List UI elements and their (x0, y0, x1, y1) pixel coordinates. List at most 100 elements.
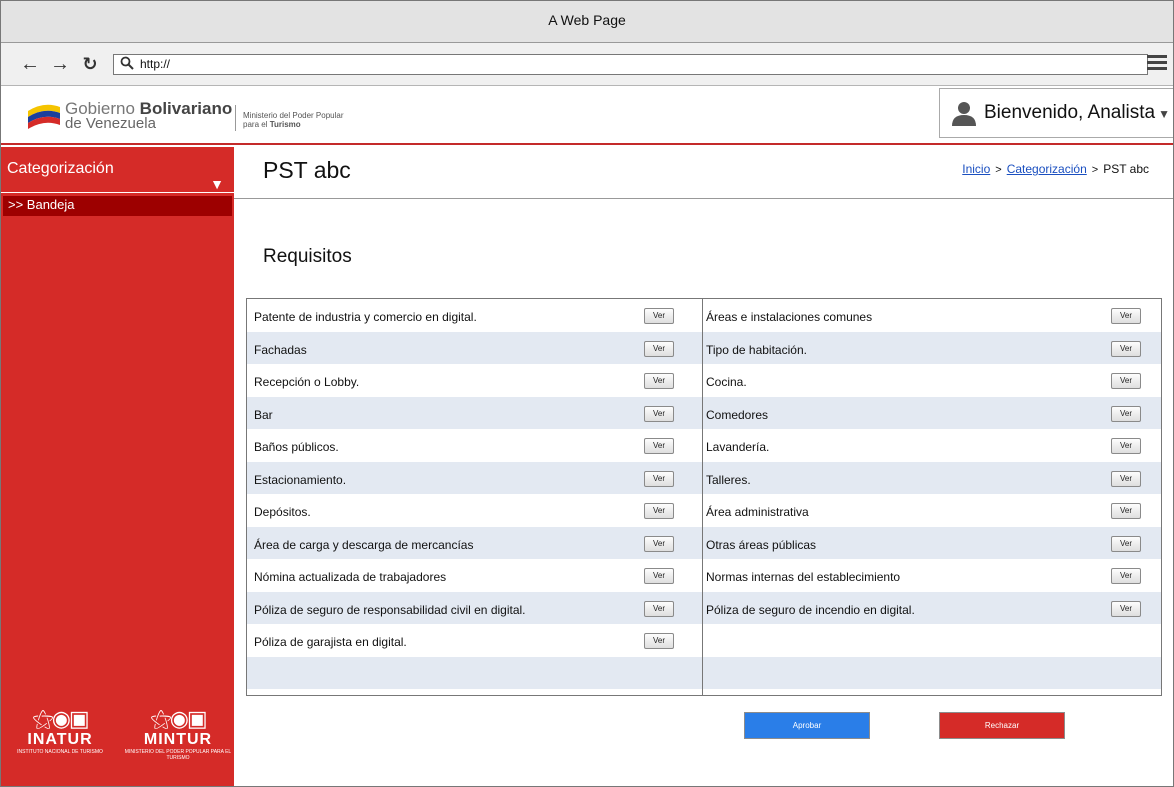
requirement-label: Patente de industria y comercio en digit… (254, 310, 477, 324)
mintur-logo-sub: MINISTERIO DEL PODER POPULAR PARA EL TUR… (124, 749, 232, 761)
inatur-mark-icon: ⚝◉▣ (32, 706, 89, 731)
requirement-row: Patente de industria y comercio en digit… (247, 299, 702, 332)
requirement-row: Depósitos. Ver (247, 494, 702, 527)
requirement-row: Área administrativa Ver (703, 494, 1161, 527)
breadcrumb: Inicio > Categorización > PST abc (962, 162, 1149, 176)
requirement-row: Tipo de habitación. Ver (703, 331, 1161, 364)
requirement-row: Talleres. Ver (703, 461, 1161, 494)
view-requirement-button[interactable]: Ver (1111, 340, 1141, 357)
view-requirement-button[interactable]: Ver (1111, 503, 1141, 519)
browser-window: A Web Page ← → ↻ http:// Gobierno Boliva… (0, 0, 1174, 787)
view-requirement-button[interactable]: Ver (1111, 308, 1141, 324)
requirement-label: Póliza de garajista en digital. (254, 635, 407, 649)
requirement-label: Áreas e instalaciones comunes (706, 310, 873, 324)
page-title: PST abc (263, 157, 351, 183)
view-requirement-button[interactable]: Ver (644, 470, 674, 487)
mintur-logo: ⚝◉▣ MINTUR MINISTERIO DEL PODER POPULAR … (123, 707, 233, 771)
hamburger-menu-icon[interactable] (1147, 55, 1167, 73)
requirement-row: Recepción o Lobby. Ver (247, 364, 702, 397)
requirement-row: Lavandería. Ver (703, 429, 1161, 462)
view-requirement-button[interactable]: Ver (1111, 568, 1141, 584)
view-requirement-button[interactable]: Ver (1111, 438, 1141, 454)
view-requirement-button[interactable]: Ver (1111, 535, 1141, 552)
requirement-row: Nómina actualizada de trabajadores Ver (247, 559, 702, 592)
empty-row (247, 656, 702, 689)
view-requirement-button[interactable]: Ver (644, 633, 674, 649)
view-requirement-button[interactable]: Ver (644, 405, 674, 422)
ministry-name: Ministerio del Poder Popular para el Tur… (243, 111, 344, 129)
inatur-logo-sub: INSTITUTO NACIONAL DE TURISMO (17, 749, 103, 755)
requirement-row: Comedores Ver (703, 396, 1161, 429)
approve-button[interactable]: Aprobar (744, 712, 870, 739)
requirements-table: Patente de industria y comercio en digit… (246, 298, 1162, 696)
requirement-row: Póliza de garajista en digital. Ver (247, 624, 702, 657)
view-requirement-button[interactable]: Ver (644, 503, 674, 519)
requirement-row: Normas internas del establecimiento Ver (703, 559, 1161, 592)
view-requirement-button[interactable]: Ver (644, 568, 674, 584)
view-requirement-button[interactable]: Ver (1111, 470, 1141, 487)
requirement-row: Bar Ver (247, 396, 702, 429)
url-input[interactable]: http:// (113, 54, 1148, 75)
breadcrumb-separator-icon: > (995, 164, 1002, 176)
requirement-label: Recepción o Lobby. (254, 375, 360, 389)
requirement-label: Área administrativa (706, 505, 809, 519)
breadcrumb-current: PST abc (1103, 162, 1149, 176)
inatur-logo: ⚝◉▣ INATUR INSTITUTO NACIONAL DE TURISMO (5, 707, 115, 771)
view-requirement-button[interactable]: Ver (1111, 405, 1141, 422)
sidebar-section-categorizacion[interactable]: Categorización ▼ (1, 147, 234, 193)
requirement-label: Baños públicos. (254, 440, 339, 454)
sidebar: Categorización ▼ >> Bandeja ⚝◉▣ INATUR I… (1, 147, 234, 786)
section-title: Requisitos (263, 246, 352, 267)
main-content: PST abc Inicio > Categorización > PST abc Re… (234, 147, 1173, 786)
empty-row (703, 624, 1161, 657)
government-name: Gobierno Bolivariano (65, 99, 233, 118)
inatur-logo-name: INATUR (27, 731, 93, 748)
user-menu[interactable]: Bienvenido, Analista ▼ (939, 88, 1173, 138)
search-icon (120, 56, 134, 75)
breadcrumb-section-link[interactable]: Categorización (1007, 162, 1087, 176)
requirement-label: Normas internas del establecimiento (706, 570, 901, 584)
venezuela-flag-icon (28, 104, 60, 129)
window-titlebar: A Web Page (1, 1, 1173, 43)
footer-logos: ⚝◉▣ INATUR INSTITUTO NACIONAL DE TURISMO… (1, 707, 234, 777)
requirement-row: Baños públicos. Ver (247, 429, 702, 462)
view-requirement-button[interactable]: Ver (1111, 600, 1141, 617)
requirement-row: Área de carga y descarga de mercancías Ve… (247, 526, 702, 559)
url-text: http:// (140, 57, 171, 71)
requirement-label: Fachadas (254, 342, 307, 357)
requirement-label: Área de carga y descarga de mercancías (254, 537, 474, 552)
requirement-label: Talleres. (706, 472, 751, 487)
requirement-label: Póliza de seguro de responsabilidad civi… (254, 602, 526, 617)
browser-toolbar: ← → ↻ http:// (1, 43, 1173, 86)
requirement-label: Cocina. (706, 375, 747, 389)
back-arrow-icon[interactable]: ← (19, 53, 41, 75)
reload-icon[interactable]: ↻ (79, 53, 101, 75)
forward-arrow-icon[interactable]: → (49, 53, 71, 75)
mintur-mark-icon: ⚝◉▣ (150, 706, 207, 731)
title-divider (234, 198, 1173, 199)
requirement-label: Tipo de habitación. (706, 342, 807, 357)
view-requirement-button[interactable]: Ver (644, 438, 674, 454)
empty-row (703, 656, 1161, 689)
view-requirement-button[interactable]: Ver (1111, 373, 1141, 389)
user-icon (952, 102, 976, 126)
requirement-label: Depósitos. (254, 505, 311, 519)
requirement-row: Póliza de seguro de incendio en digital.… (703, 591, 1161, 624)
sidebar-item-bandeja[interactable]: >> Bandeja (3, 196, 232, 216)
requirements-column-right: Áreas e instalaciones comunes Ver Tipo de … (703, 299, 1161, 695)
requirement-label: Otras áreas públicas (706, 537, 817, 552)
breadcrumb-home-link[interactable]: Inicio (962, 162, 990, 176)
requirement-row: Fachadas Ver (247, 331, 702, 364)
reject-button[interactable]: Rechazar (939, 712, 1065, 739)
view-requirement-button[interactable]: Ver (644, 340, 674, 357)
requirement-row: Póliza de seguro de responsabilidad civi… (247, 591, 702, 624)
mintur-logo-name: MINTUR (143, 731, 213, 748)
view-requirement-button[interactable]: Ver (644, 600, 674, 617)
view-requirement-button[interactable]: Ver (644, 308, 674, 324)
view-requirement-button[interactable]: Ver (644, 373, 674, 389)
window-title: A Web Page (548, 12, 626, 28)
view-requirement-button[interactable]: Ver (644, 535, 674, 552)
requirement-row: Estacionamiento. Ver (247, 461, 702, 494)
user-greeting: Bienvenido, Analista (984, 102, 1156, 123)
government-country: de Venezuela (65, 115, 156, 132)
